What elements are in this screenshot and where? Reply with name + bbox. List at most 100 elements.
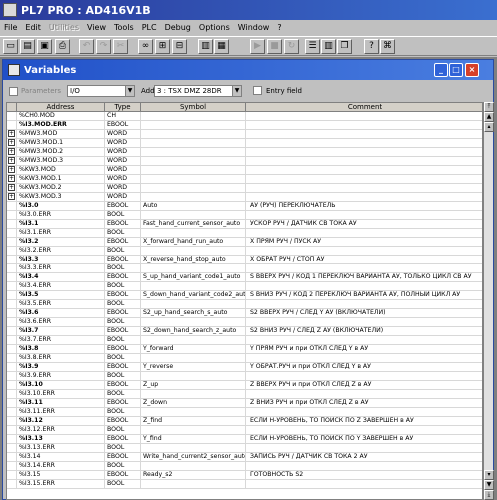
type-cell[interactable]: BOOL xyxy=(105,246,141,256)
address-cell[interactable]: %I3.5.ERR xyxy=(17,300,105,310)
table-row[interactable]: %I3.4 EBOOL S_up_hand_variant_code1_auto S … xyxy=(7,273,482,283)
maximize-button[interactable]: □ xyxy=(449,63,463,77)
symbol-cell[interactable]: S_up_hand_variant_code1_auto xyxy=(141,273,246,283)
symbol-cell[interactable] xyxy=(141,174,246,184)
comment-cell[interactable] xyxy=(246,121,482,130)
help-icon[interactable]: ? xyxy=(364,39,379,54)
variables-icon[interactable]: ▥ xyxy=(198,39,213,54)
comment-cell[interactable] xyxy=(246,264,482,274)
symbol-cell[interactable] xyxy=(141,183,246,193)
type-cell[interactable]: BOOL xyxy=(105,318,141,328)
menu-debug[interactable]: Debug xyxy=(161,23,195,32)
table-row[interactable]: %I3.14.ERR BOOL xyxy=(7,461,482,471)
column-header-comment[interactable]: Comment xyxy=(246,103,482,112)
table-row[interactable]: %I3.5 EBOOL S_down_hand_variant_code2_auto… xyxy=(7,291,482,301)
table-row[interactable]: %I3.1 EBOOL Fast_hand_current_sensor_auto У… xyxy=(7,219,482,229)
type-cell[interactable]: BOOL xyxy=(105,390,141,399)
comment-cell[interactable] xyxy=(246,229,482,238)
table-row[interactable]: %I3.10.ERR BOOL xyxy=(7,390,482,399)
comment-cell[interactable] xyxy=(246,408,482,417)
address-cell[interactable]: %I3.7 xyxy=(17,327,105,337)
symbol-cell[interactable] xyxy=(141,264,246,274)
table-row[interactable]: %I3.9 EBOOL Y_reverse Y ОБРАТ.РУЧ и при ОТК… xyxy=(7,363,482,373)
type-cell[interactable]: EBOOL xyxy=(105,381,141,391)
comment-cell[interactable] xyxy=(246,112,482,121)
type-cell[interactable]: BOOL xyxy=(105,407,141,417)
type-cell[interactable]: CH xyxy=(105,112,141,121)
type-cell[interactable]: EBOOL xyxy=(105,201,141,211)
expand-plus-icon[interactable]: + xyxy=(8,184,15,192)
expand-plus-icon[interactable]: + xyxy=(8,130,15,138)
address-cell[interactable]: %KW3.MOD.3 xyxy=(17,192,105,202)
symbol-cell[interactable] xyxy=(141,390,246,399)
table-row[interactable]: %I3.0.ERR BOOL xyxy=(7,210,482,220)
address-cell[interactable]: %I3.11.ERR xyxy=(17,407,105,417)
address-cell[interactable]: %I3.15 xyxy=(17,470,105,480)
type-cell[interactable]: EBOOL xyxy=(105,273,141,283)
table-row[interactable]: %I3.MOD.ERR EBOOL xyxy=(7,120,482,130)
table-row[interactable]: + %MW3.MOD.1 WORD xyxy=(7,138,482,148)
table-row[interactable]: %I3.6 EBOOL S2_up_hand_search_s_auto S2 ВВЕ… xyxy=(7,309,482,319)
address-cell[interactable]: %CH0.MOD xyxy=(17,112,105,121)
table-row[interactable]: %I3.7.ERR BOOL xyxy=(7,336,482,346)
symbol-cell[interactable]: Z_find xyxy=(141,416,246,426)
table-row[interactable]: %I3.3 EBOOL X_reverse_hand_stop_auto Х ОБРА… xyxy=(7,255,482,265)
type-cell[interactable]: EBOOL xyxy=(105,291,141,301)
tile-horizontal-icon[interactable]: ☰ xyxy=(305,39,320,54)
menu-tools[interactable]: Tools xyxy=(110,23,138,32)
symbol-cell[interactable] xyxy=(141,228,246,238)
vertical-scrollbar[interactable]: ⤒ ▲ ▴ ▾ ▼ ⤓ xyxy=(483,102,494,500)
address-cell[interactable]: %MW3.MOD.1 xyxy=(17,138,105,148)
find-icon[interactable]: ⊞ xyxy=(155,39,170,54)
comment-cell[interactable] xyxy=(246,166,482,175)
address-cell[interactable]: %I3.4 xyxy=(17,273,105,283)
variables-window-title-bar[interactable]: Variables _ □ × xyxy=(3,60,493,80)
symbol-cell[interactable] xyxy=(141,282,246,292)
type-cell[interactable]: EBOOL xyxy=(105,452,141,462)
type-cell[interactable]: BOOL xyxy=(105,479,141,489)
column-header-type[interactable]: Type xyxy=(105,103,141,112)
comment-cell[interactable]: АУ (РУЧ) ПЕРЕКЛЮЧАТЕЛЬ xyxy=(246,202,482,211)
symbol-cell[interactable] xyxy=(141,112,246,121)
symbol-cell[interactable]: X_forward_hand_run_auto xyxy=(141,237,246,247)
table-row[interactable]: + %KW3.MOD.3 WORD xyxy=(7,192,482,202)
symbol-cell[interactable]: Ready_s2 xyxy=(141,470,246,480)
comment-cell[interactable]: S ВНИЗ РУЧ / КОД 2 ПЕРЕКЛЮЧ ВАРИАНТА АУ,… xyxy=(246,291,482,301)
type-cell[interactable]: EBOOL xyxy=(105,255,141,265)
menu-file[interactable]: File xyxy=(0,23,21,32)
table-row[interactable]: %I3.12.ERR BOOL xyxy=(7,425,482,435)
scroll-down-icon[interactable]: ▾ xyxy=(484,470,494,480)
comment-cell[interactable]: S2 ВНИЗ РУЧ / СЛЕД Z АУ (ВКЛЮЧАТЕЛИ) xyxy=(246,327,482,337)
type-cell[interactable]: EBOOL xyxy=(105,363,141,373)
symbol-cell[interactable] xyxy=(141,318,246,328)
address-cell[interactable]: %I3.10 xyxy=(17,381,105,391)
column-header-address[interactable]: Address xyxy=(17,103,105,112)
entry-field-checkbox[interactable] xyxy=(253,86,262,95)
symbol-cell[interactable]: S2_up_hand_search_s_auto xyxy=(141,309,246,319)
type-cell[interactable]: EBOOL xyxy=(105,399,141,408)
type-cell[interactable]: BOOL xyxy=(105,300,141,310)
address-cell[interactable]: %KW3.MOD.2 xyxy=(17,183,105,193)
type-cell[interactable]: WORD xyxy=(105,174,141,184)
cascade-icon[interactable]: ❐ xyxy=(337,39,352,54)
comment-cell[interactable] xyxy=(246,184,482,193)
comment-cell[interactable]: ГОТОВНОСТЬ S2 xyxy=(246,471,482,480)
address-cell[interactable]: %I3.8.ERR xyxy=(17,354,105,364)
scroll-page-up-icon[interactable]: ▲ xyxy=(484,112,494,122)
symbol-cell[interactable] xyxy=(141,336,246,346)
type-cell[interactable]: BOOL xyxy=(105,228,141,238)
comment-cell[interactable] xyxy=(246,336,482,346)
symbol-cell[interactable] xyxy=(141,461,246,471)
comment-cell[interactable]: Z ВНИЗ РУЧ и при ОТКЛ СЛЕД Z в АУ xyxy=(246,399,482,408)
type-cell[interactable]: EBOOL xyxy=(105,120,141,130)
type-cell[interactable]: BOOL xyxy=(105,336,141,346)
type-cell[interactable]: WORD xyxy=(105,129,141,139)
type-cell[interactable]: BOOL xyxy=(105,461,141,471)
comment-cell[interactable]: УСКОР РУЧ / ДАТЧИК СВ ТОКА АУ xyxy=(246,220,482,229)
symbol-cell[interactable] xyxy=(141,300,246,310)
comment-cell[interactable] xyxy=(246,444,482,453)
address-cell[interactable]: %MW3.MOD.3 xyxy=(17,156,105,166)
address-cell[interactable]: %I3.2.ERR xyxy=(17,246,105,256)
parameters-checkbox[interactable] xyxy=(9,87,18,96)
symbol-cell[interactable] xyxy=(141,246,246,256)
